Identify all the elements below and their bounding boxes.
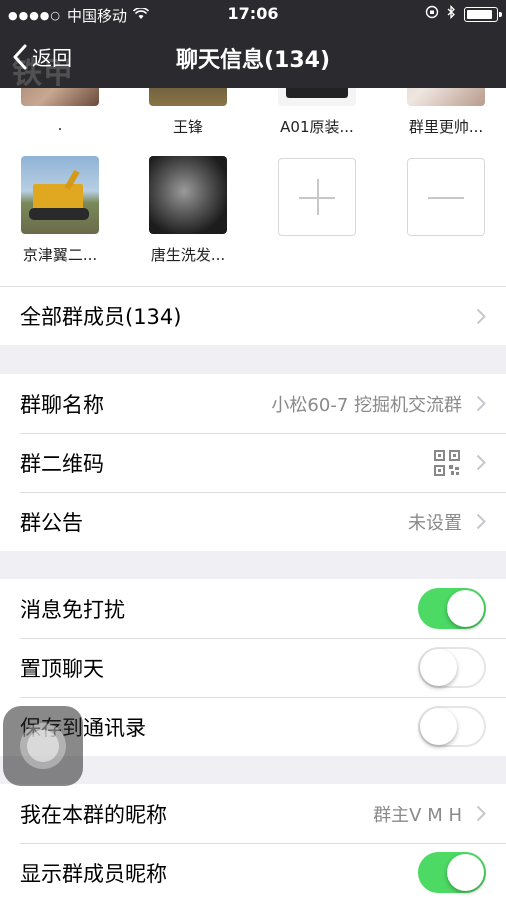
pin-label: 置顶聊天 <box>20 656 104 681</box>
chevron-right-icon <box>476 513 486 530</box>
remove-member-button[interactable] <box>398 158 494 236</box>
avatar <box>149 156 227 234</box>
group-notice-row[interactable]: 群公告 未设置 <box>0 492 506 551</box>
pin-toggle[interactable] <box>418 647 486 688</box>
plus-icon <box>278 158 356 236</box>
group-qr-row[interactable]: 群二维码 <box>0 433 506 492</box>
group-name-label: 群聊名称 <box>20 392 104 417</box>
member-name: 唐生洗发... <box>150 246 226 264</box>
assistive-touch-button[interactable] <box>3 706 83 786</box>
member-item[interactable]: A01原装... <box>269 88 365 137</box>
status-bar: ●●●●○ 中国移动 17:06 <box>0 0 506 30</box>
show-nicknames-row: 显示群成员昵称 <box>0 843 506 900</box>
member-name: 王锋 <box>172 118 203 136</box>
my-nickname-label: 我在本群的昵称 <box>20 802 167 827</box>
mute-row: 消息免打扰 <box>0 579 506 638</box>
minus-icon <box>407 158 485 236</box>
save-contacts-toggle[interactable] <box>418 706 486 747</box>
member-item[interactable]: 唐生洗发... <box>140 156 236 265</box>
my-nickname-value: 群主V M H <box>373 804 462 826</box>
chevron-right-icon <box>476 395 486 412</box>
qr-code-icon <box>434 450 460 476</box>
group-name-value: 小松60-7 挖掘机交流群 <box>271 394 462 416</box>
member-item[interactable]: 王锋 <box>140 88 236 137</box>
avatar <box>21 88 99 106</box>
pin-row: 置顶聊天 <box>0 638 506 697</box>
avatar <box>278 88 356 106</box>
bluetooth-icon <box>447 4 456 23</box>
group-notice-value: 未设置 <box>408 512 462 534</box>
navigation-bar: 铁甲 返回 聊天信息(134) <box>0 30 506 91</box>
member-name: . <box>57 116 63 134</box>
mute-label: 消息免打扰 <box>20 597 125 622</box>
group-notice-label: 群公告 <box>20 510 83 535</box>
member-name: A01原装... <box>280 118 354 136</box>
avatar <box>21 156 99 234</box>
add-member-button[interactable] <box>269 158 365 236</box>
header: ●●●●○ 中国移动 17:06 铁甲 返回 聊天信息(134) <box>0 0 506 91</box>
chevron-right-icon <box>476 308 486 325</box>
member-item[interactable]: 群里更帅... <box>398 88 494 137</box>
group-qr-label: 群二维码 <box>20 451 104 476</box>
member-item[interactable]: . <box>12 88 108 134</box>
avatar <box>149 88 227 106</box>
all-members-label: 全部群成员(134) <box>20 305 182 329</box>
my-nickname-row[interactable]: 我在本群的昵称 群主V M H <box>0 784 506 843</box>
chevron-right-icon <box>476 805 486 822</box>
member-name: 群里更帅... <box>408 118 484 136</box>
mute-toggle[interactable] <box>418 588 486 629</box>
all-members-section: 全部群成员(134) <box>0 286 506 345</box>
chevron-right-icon <box>476 454 486 471</box>
nickname-section: 我在本群的昵称 群主V M H 显示群成员昵称 <box>0 784 506 900</box>
member-item[interactable]: 京津翼二... <box>12 156 108 265</box>
group-info-section: 群聊名称 小松60-7 挖掘机交流群 群二维码 群公告 未设置 <box>0 374 506 551</box>
avatar <box>407 88 485 106</box>
all-members-row[interactable]: 全部群成员(134) <box>0 286 506 345</box>
member-name: 京津翼二... <box>22 246 98 264</box>
rotation-lock-icon <box>425 5 439 23</box>
member-grid: . 王锋 A01原装... 群里更帅... 京津翼二... 唐生洗发... <box>0 88 506 286</box>
group-name-row[interactable]: 群聊名称 小松60-7 挖掘机交流群 <box>0 374 506 433</box>
battery-icon <box>464 6 502 22</box>
show-nicknames-label: 显示群成员昵称 <box>20 861 167 886</box>
page-title: 聊天信息(134) <box>175 48 331 73</box>
show-nicknames-toggle[interactable] <box>418 852 486 893</box>
